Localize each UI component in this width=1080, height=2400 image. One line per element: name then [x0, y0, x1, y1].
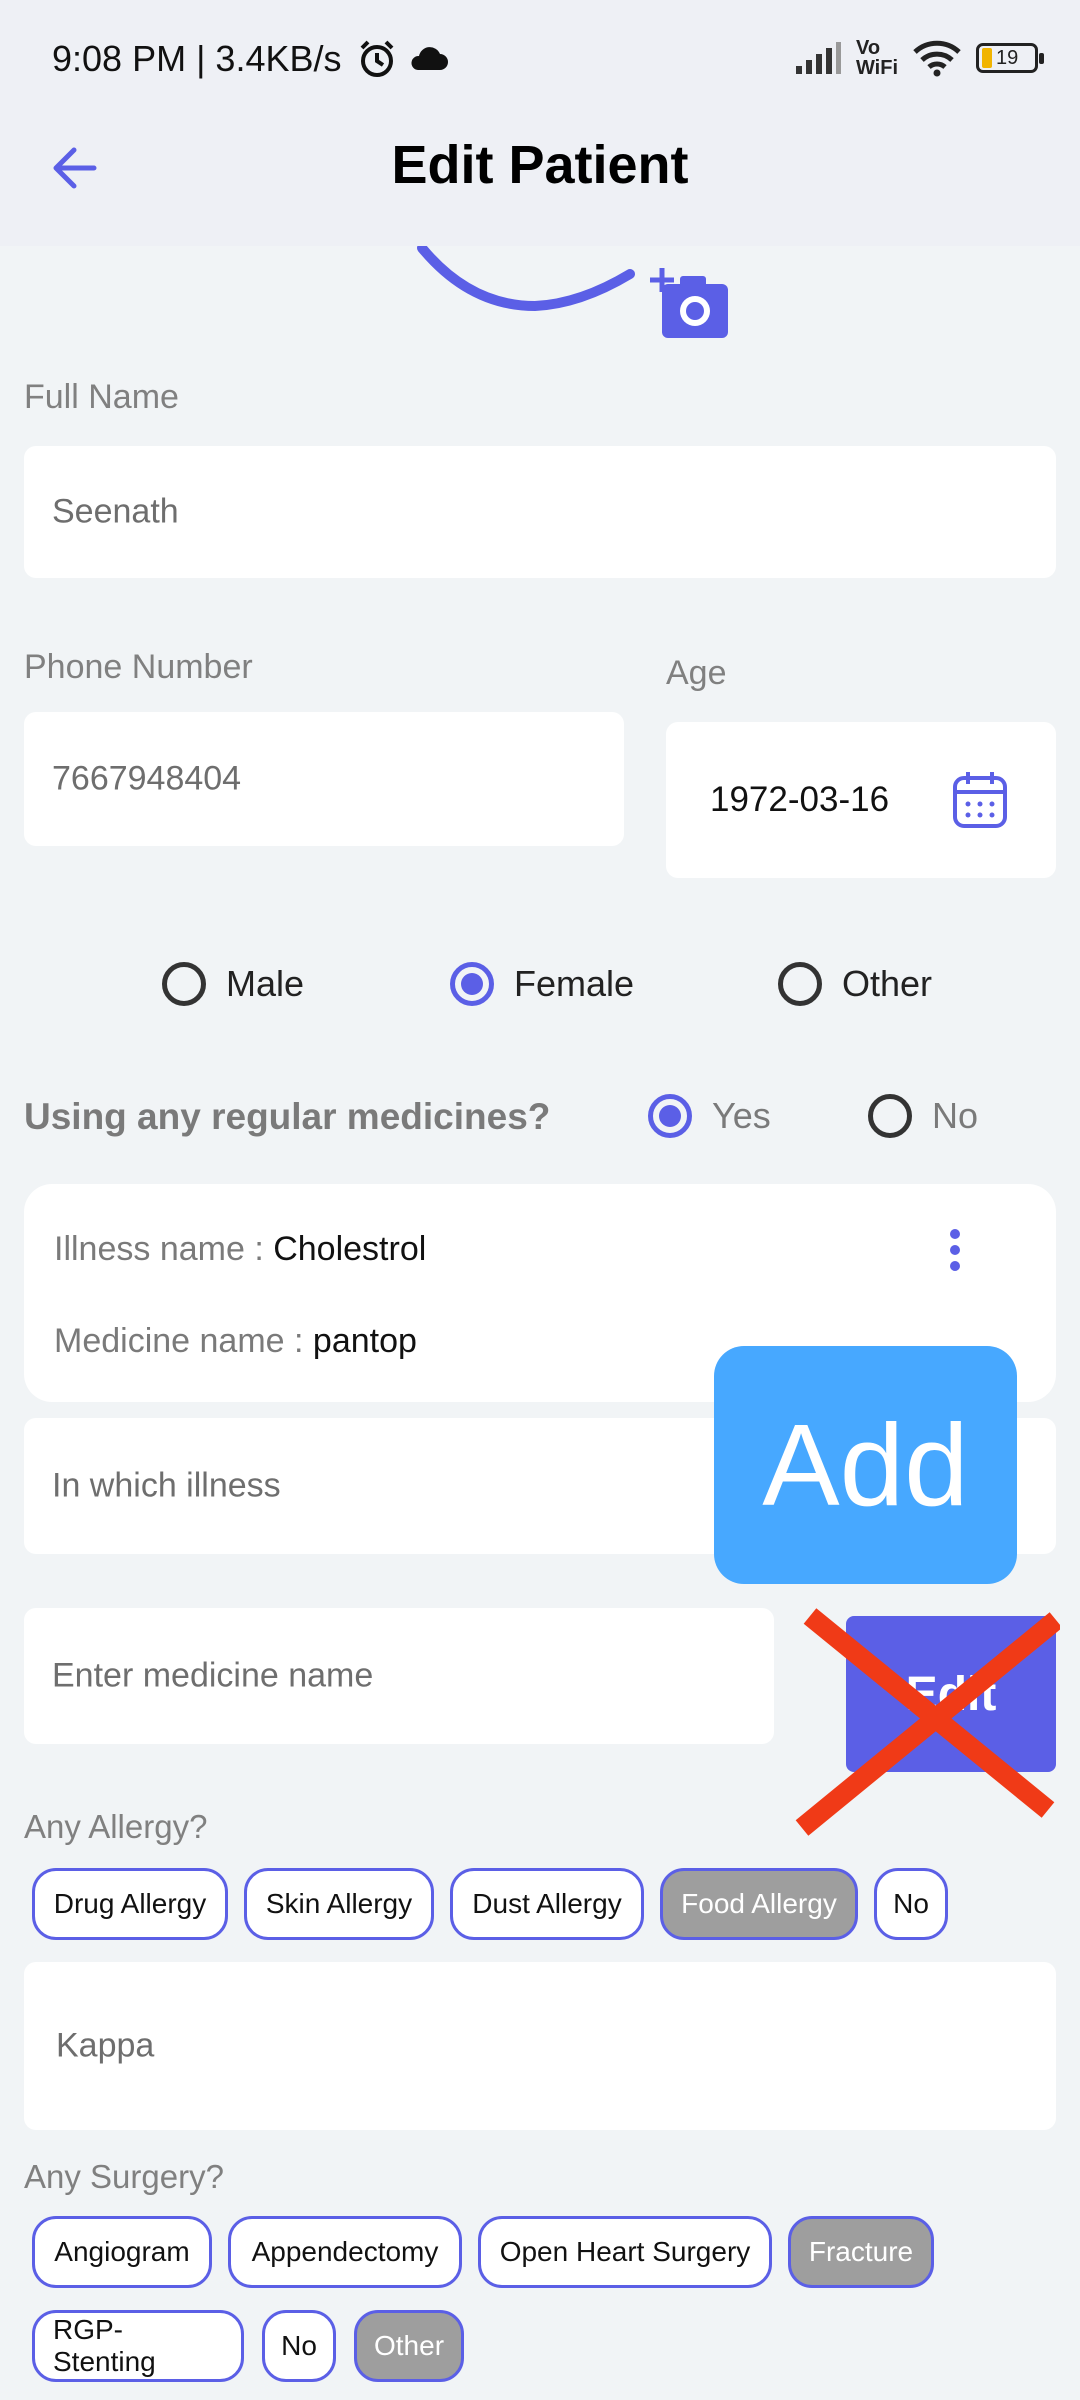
alarm-icon [360, 40, 394, 77]
surgery-chip-other[interactable]: Other [354, 2310, 464, 2382]
chip-label: Other [373, 2330, 445, 2361]
gender-male-label: Male [226, 963, 305, 1004]
phone-input[interactable]: 7667948404 [24, 712, 624, 846]
full-name-label: Full Name [24, 378, 179, 416]
avatar-ring [417, 246, 635, 312]
chip-label: Dust Allergy [472, 1888, 622, 1919]
illness-name-value: Cholestrol [273, 1230, 427, 1268]
medicine-name-value: pantop [312, 1322, 417, 1360]
battery-level: 19 [996, 46, 1019, 69]
allergy-note-value: Kappa [56, 2026, 155, 2065]
chip-label: Angiogram [54, 2236, 190, 2267]
cross-mark-icon [795, 1608, 1060, 1836]
medicine-row: Medicine name : pantop [54, 1322, 417, 1361]
age-value: 1972-03-16 [710, 780, 890, 819]
medicine-name-input[interactable]: Enter medicine name [24, 1608, 774, 1744]
allergy-chip-drug[interactable]: Drug Allergy [32, 1868, 228, 1940]
radio-circle-selected [450, 962, 494, 1006]
chip-label: Food Allergy [681, 1888, 837, 1919]
status-icons: Vo WiFi 19 [794, 34, 1044, 82]
allergy-chip-food[interactable]: Food Allergy [660, 1868, 858, 1940]
radio-circle-selected [648, 1094, 692, 1138]
phone-label: Phone Number [24, 648, 253, 686]
chip-label: No [893, 1888, 929, 1919]
page-title: Edit Patient [391, 135, 689, 195]
vowifi-label: Vo WiFi [855, 37, 898, 79]
allergy-chip-dust[interactable]: Dust Allergy [450, 1868, 644, 1940]
add-photo-camera-icon[interactable] [650, 266, 730, 340]
surgery-chip-fracture[interactable]: Fracture [788, 2216, 934, 2288]
chip-label: RGP-Stenting [53, 2314, 156, 2377]
radio-circle [162, 962, 206, 1006]
medicines-no-label: No [932, 1095, 979, 1136]
chip-label: Appendectomy [251, 2236, 439, 2267]
age-label: Age [666, 654, 727, 692]
battery-icon: 19 [976, 43, 1044, 73]
surgery-chip-rgp-stenting[interactable]: RGP-Stenting [32, 2310, 244, 2382]
chip-label: Drug Allergy [53, 1888, 207, 1919]
allergy-note-input[interactable]: Kappa [24, 1962, 1056, 2130]
gender-female-label: Female [514, 963, 635, 1004]
full-name-value: Seenath [52, 492, 179, 531]
illness-placeholder: In which illness [52, 1466, 281, 1505]
surgery-chip-open-heart[interactable]: Open Heart Surgery [478, 2216, 772, 2288]
cloud-icon [411, 47, 448, 70]
status-time-speed: 9:08 PM | 3.4KB/s [52, 38, 342, 79]
full-name-input[interactable]: Seenath [24, 446, 1056, 578]
medicines-question: Using any regular medicines? [24, 1096, 551, 1137]
allergy-question: Any Allergy? [24, 1808, 208, 1845]
chip-label: No [281, 2330, 317, 2361]
gender-male-radio[interactable]: Male [162, 962, 304, 1006]
chip-label: Fracture [808, 2236, 914, 2267]
radio-circle [778, 962, 822, 1006]
age-date-field[interactable]: 1972-03-16 [666, 722, 1056, 878]
gender-other-radio[interactable]: Other [778, 962, 932, 1006]
add-button-label: Add [762, 1400, 969, 1530]
add-button[interactable]: Add [714, 1346, 1017, 1584]
illness-row: Illness name : Cholestrol [54, 1230, 426, 1269]
surgery-chip-angiogram[interactable]: Angiogram [32, 2216, 212, 2288]
surgery-question: Any Surgery? [24, 2158, 224, 2195]
chip-label: Skin Allergy [265, 1888, 413, 1919]
illness-name-label: Illness name : [54, 1230, 274, 1268]
medicine-name-label: Medicine name : [54, 1322, 313, 1360]
wifi-icon [913, 40, 961, 77]
allergy-chip-skin[interactable]: Skin Allergy [244, 1868, 434, 1940]
allergy-chip-no[interactable]: No [874, 1868, 948, 1940]
medicine-placeholder: Enter medicine name [52, 1656, 374, 1695]
radio-circle [868, 1094, 912, 1138]
medicines-yes-radio[interactable]: Yes [648, 1094, 771, 1138]
phone-value: 7667948404 [52, 759, 242, 798]
surgery-chip-appendectomy[interactable]: Appendectomy [228, 2216, 462, 2288]
chip-label: Open Heart Surgery [499, 2236, 751, 2267]
more-vertical-icon[interactable] [948, 1228, 962, 1272]
medicines-no-radio[interactable]: No [868, 1094, 978, 1138]
medicines-yes-label: Yes [712, 1095, 771, 1136]
calendar-icon[interactable] [952, 770, 1008, 830]
gender-female-radio[interactable]: Female [450, 962, 634, 1006]
gender-other-label: Other [842, 963, 933, 1004]
signal-icon [795, 42, 841, 74]
surgery-chip-no[interactable]: No [262, 2310, 336, 2382]
